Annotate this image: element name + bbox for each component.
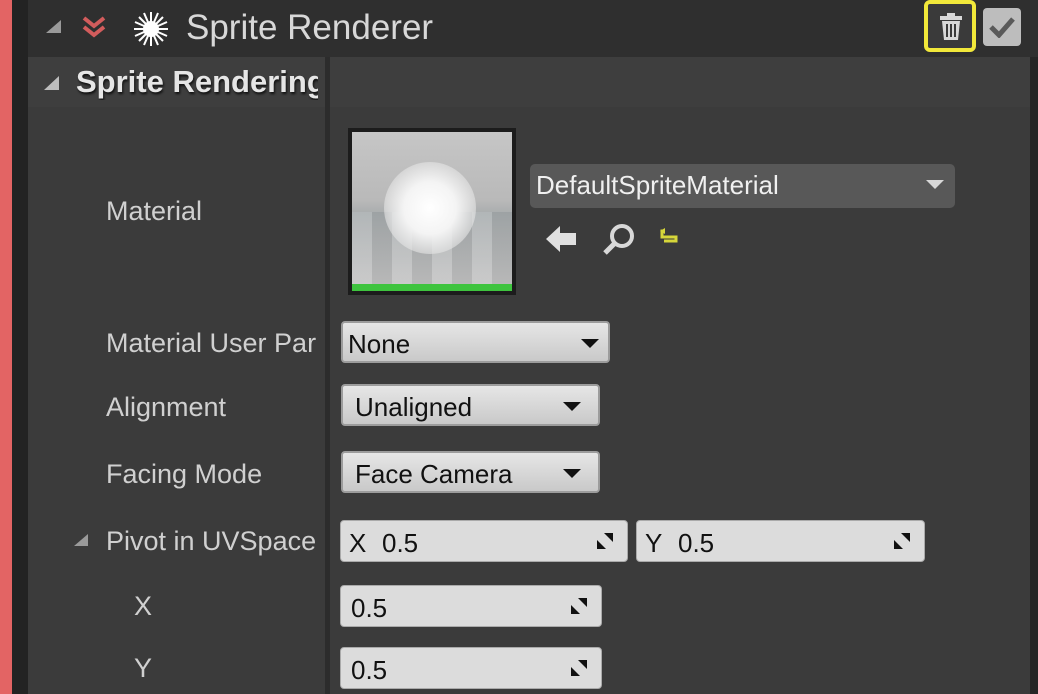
pivot-x-number-field[interactable]: 0.5	[340, 585, 602, 627]
alignment-value: Unaligned	[355, 392, 473, 422]
enabled-checkbox[interactable]	[983, 8, 1021, 46]
pivot-x-axis-label: X	[349, 528, 367, 558]
section-collapse-icon[interactable]	[44, 76, 59, 90]
drag-spin-icon[interactable]	[595, 531, 615, 551]
collapse-triangle-icon[interactable]	[46, 20, 61, 33]
material-user-param-dropdown[interactable]: None	[341, 321, 610, 363]
trash-icon	[940, 13, 962, 40]
right-scroll-gutter	[1030, 57, 1038, 694]
drag-spin-icon[interactable]	[892, 531, 912, 551]
chevron-down-icon	[563, 469, 581, 478]
chevron-down-icon	[581, 339, 599, 348]
drag-spin-icon[interactable]	[569, 596, 589, 616]
pivot-y-axis-label: Y	[645, 528, 663, 558]
facing-mode-label: Facing Mode	[106, 459, 263, 489]
left-gutter	[12, 0, 28, 694]
pivot-y-field[interactable]: Y 0.5	[636, 520, 925, 562]
drag-spin-icon[interactable]	[569, 658, 589, 678]
alignment-label: Alignment	[106, 392, 227, 422]
pivot-y-number-value: 0.5	[351, 655, 388, 685]
material-combo[interactable]: DefaultSpriteMaterial	[530, 164, 955, 208]
facing-mode-dropdown[interactable]: Face Camera	[341, 451, 600, 493]
pivot-x-label: X	[134, 591, 153, 621]
material-value: DefaultSpriteMaterial	[536, 170, 779, 200]
reset-icon[interactable]	[658, 227, 680, 249]
material-user-param-value: None	[348, 329, 411, 359]
component-header[interactable]	[28, 0, 1038, 58]
material-user-param-label: Material User Par	[106, 328, 316, 358]
material-label: Material	[106, 196, 203, 226]
thumbnail-preview	[352, 132, 512, 284]
sprite-burst-icon	[134, 12, 168, 46]
pivot-x-value: 0.5	[382, 528, 419, 558]
pivot-y-value: 0.5	[678, 528, 715, 558]
alignment-dropdown[interactable]: Unaligned	[341, 384, 600, 426]
chevron-down-icon	[563, 402, 581, 411]
pivot-x-number-value: 0.5	[351, 593, 388, 623]
pivot-label: Pivot in UVSpace	[106, 526, 317, 556]
section-title: Sprite Rendering	[76, 64, 318, 99]
facing-mode-value: Face Camera	[355, 459, 513, 489]
asset-type-bar	[352, 284, 512, 291]
pivot-y-label: Y	[134, 653, 153, 683]
chevron-down-double-icon	[82, 16, 106, 38]
delete-button[interactable]	[924, 0, 976, 52]
pivot-x-field[interactable]: X 0.5	[340, 520, 628, 562]
magnifier-icon[interactable]	[602, 222, 636, 256]
preview-sphere	[384, 162, 476, 254]
material-thumbnail[interactable]	[348, 128, 516, 295]
component-title: Sprite Renderer	[186, 8, 434, 47]
pivot-y-number-field[interactable]: 0.5	[340, 647, 602, 689]
column-divider[interactable]	[325, 57, 330, 694]
chevron-down-icon	[926, 180, 944, 189]
selection-stripe	[0, 0, 12, 694]
checkmark-icon	[989, 17, 1015, 38]
arrow-left-icon[interactable]	[544, 224, 578, 254]
pivot-collapse-icon[interactable]	[74, 534, 88, 546]
